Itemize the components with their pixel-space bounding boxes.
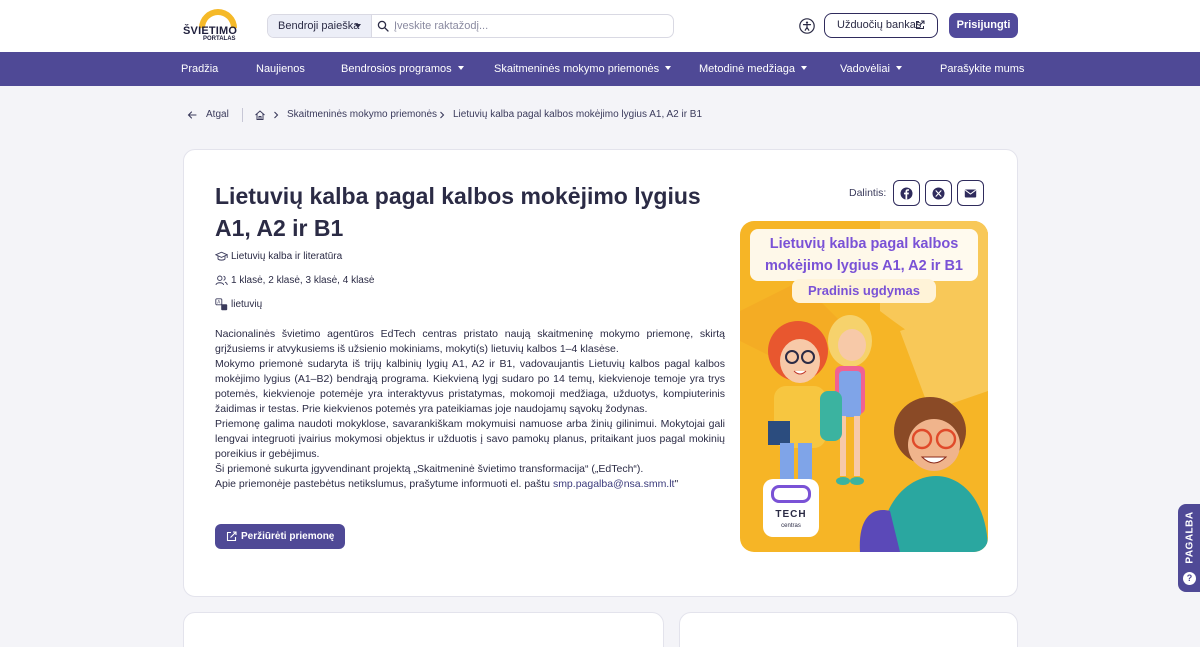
users-icon: [215, 275, 228, 286]
search-icon: [377, 20, 389, 32]
edtech-logo-mark: [771, 485, 811, 503]
edtech-logo-text: TECH: [775, 509, 807, 520]
chevron-down-icon: [801, 66, 808, 70]
cover-subtitle: Pradinis ugdymas: [792, 279, 936, 303]
help-tab-label: PAGALBA: [1184, 511, 1196, 564]
facebook-icon: [900, 187, 913, 200]
nav-item-textbooks[interactable]: Vadovėliai: [840, 52, 902, 86]
nav-item-curricula[interactable]: Bendrosios programos: [341, 52, 464, 86]
language-icon: A: [215, 298, 228, 311]
language-text: lietuvių: [231, 299, 263, 310]
chevron-right-icon: [274, 111, 279, 119]
share-facebook-button[interactable]: [893, 180, 920, 206]
description-paragraph: Mokymo priemonė sudaryta iš trijų kalbin…: [215, 358, 725, 415]
nav-item-label: Metodinė medžiaga: [699, 63, 796, 75]
main-nav: Pradžia Naujienos Bendrosios programos S…: [0, 52, 1200, 86]
back-link[interactable]: Atgal: [206, 109, 229, 120]
nav-item-label: Parašykite mums: [940, 63, 1025, 75]
chevron-down-icon: [457, 66, 464, 70]
nav-item-label: Skaitmeninės mokymo priemonės: [494, 63, 660, 75]
edit-external-icon: [226, 531, 237, 542]
view-resource-label: Peržiūrėti priemonę: [241, 531, 335, 542]
x-icon: [932, 187, 945, 200]
site-header: ŠVIETIMO PORTALAS Bendroji paieška Užduo…: [0, 0, 1200, 55]
nav-item-label: Naujienos: [256, 63, 305, 75]
task-bank-label: Užduočių bankas: [837, 19, 922, 31]
contact-email-link[interactable]: smp.pagalba@nsa.smm.lt: [553, 478, 675, 490]
contact-paragraph: Apie priemonėje pastebėtus netikslumus, …: [215, 477, 725, 492]
search-scope-select[interactable]: Bendroji paieška: [268, 15, 372, 37]
cover-title: Lietuvių kalba pagal kalbos mokėjimo lyg…: [750, 229, 978, 281]
nav-item-contact[interactable]: Parašykite mums: [940, 52, 1024, 86]
description-paragraph: Nacionalinės švietimo agentūros EdTech c…: [215, 328, 725, 355]
edtech-logo: TECH centras: [763, 479, 819, 537]
graduation-cap-icon: [215, 251, 228, 261]
nav-item-digital-tools[interactable]: Skaitmeninės mokymo priemonės: [494, 52, 672, 86]
nav-item-label: Bendrosios programos: [341, 63, 452, 75]
site-logo[interactable]: ŠVIETIMO PORTALAS: [183, 1, 245, 55]
view-resource-button[interactable]: Peržiūrėti priemonę: [215, 524, 345, 549]
envelope-icon: [964, 189, 977, 198]
nav-item-news[interactable]: Naujienos: [256, 52, 305, 86]
resource-card: Lietuvių kalba pagal kalbos mokėjimo lyg…: [183, 149, 1018, 597]
chevron-right-icon: [440, 111, 445, 119]
grades-text: 1 klasė, 2 klasė, 3 klasė, 4 klasė: [231, 275, 375, 286]
nav-item-methodical[interactable]: Metodinė medžiaga: [699, 52, 808, 86]
info-card-left: [183, 612, 664, 647]
nav-item-label: Vadovėliai: [840, 63, 890, 75]
search-scope-label: Bendroji paieška: [278, 20, 360, 32]
nav-item-label: Pradžia: [181, 63, 219, 75]
login-button[interactable]: Prisijungti: [949, 13, 1018, 38]
share-x-button[interactable]: [925, 180, 952, 206]
resource-cover-image: Lietuvių kalba pagal kalbos mokėjimo lyg…: [740, 221, 988, 552]
resource-description: Nacionalinės švietimo agentūros EdTech c…: [215, 327, 725, 492]
nav-item-home[interactable]: Pradžia: [181, 52, 218, 86]
share-label: Dalintis:: [849, 187, 887, 199]
chevron-down-icon: [355, 24, 361, 28]
description-paragraph: Priemonę galima naudoti mokyklose, savar…: [215, 418, 725, 460]
external-link-icon: [916, 20, 925, 29]
chevron-down-icon: [665, 66, 672, 70]
subject-text: Lietuvių kalba ir literatūra: [231, 251, 343, 262]
help-tab[interactable]: PAGALBA ?: [1178, 504, 1200, 592]
task-bank-button[interactable]: Užduočių bankas: [824, 13, 938, 38]
info-card-right: [679, 612, 1018, 647]
chevron-down-icon: [895, 66, 902, 70]
contact-suffix: ": [674, 478, 679, 490]
search-input[interactable]: [394, 15, 664, 37]
logo-text-sub: PORTALAS: [203, 36, 236, 42]
breadcrumb-link-digital-tools[interactable]: Skaitmeninės mokymo priemonės: [287, 109, 437, 120]
question-icon: ?: [1183, 572, 1196, 585]
breadcrumb-divider: [242, 108, 243, 122]
edtech-logo-subtext: centras: [781, 523, 801, 529]
accessibility-icon[interactable]: [799, 18, 815, 34]
search-bar: Bendroji paieška: [267, 14, 674, 38]
description-paragraph: Ši priemonė sukurta įgyvendinant projekt…: [215, 463, 644, 475]
breadcrumb-current: Lietuvių kalba pagal kalbos mokėjimo lyg…: [453, 109, 703, 120]
page-title: Lietuvių kalba pagal kalbos mokėjimo lyg…: [215, 183, 701, 241]
home-icon[interactable]: [254, 109, 266, 121]
arrow-left-icon: [187, 111, 197, 119]
share-email-button[interactable]: [957, 180, 984, 206]
contact-text: Apie priemonėje pastebėtus netikslumus, …: [215, 478, 553, 490]
